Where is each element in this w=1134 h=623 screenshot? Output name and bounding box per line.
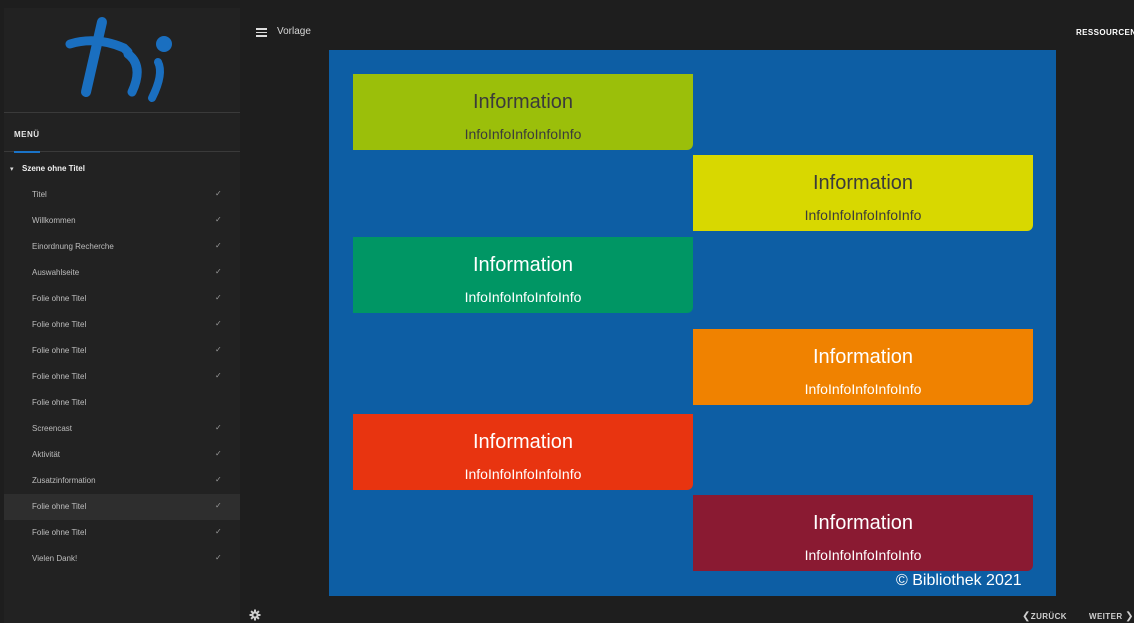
sidebar-item[interactable]: Auswahlseite ✓	[4, 260, 240, 286]
checkmark-icon: ✓	[215, 189, 222, 198]
checkmark-icon: ✓	[215, 423, 222, 432]
checkmark-icon: ✓	[215, 527, 222, 536]
card-text: InfoInfoInfoInfoInfo	[804, 381, 922, 397]
caret-down-icon: ▾	[10, 166, 14, 173]
scene-label: Szene ohne Titel	[22, 164, 85, 173]
sidebar-item-label: Folie ohne Titel	[32, 346, 87, 355]
sidebar-item-label: Folie ohne Titel	[32, 502, 87, 511]
sidebar-item[interactable]: Einordnung Recherche ✓	[4, 234, 240, 260]
slide-list: Titel ✓ Willkommen ✓ Einordnung Recherche ✓ Au…	[4, 182, 240, 572]
info-card[interactable]: Information InfoInfoInfoInfoInfo	[693, 495, 1033, 571]
checkmark-icon: ✓	[215, 241, 222, 250]
sidebar-item-label: Titel	[32, 190, 47, 199]
previous-button[interactable]: ❮ZURÜCK	[1022, 611, 1067, 622]
gear-icon[interactable]	[249, 608, 261, 621]
checkmark-icon: ✓	[215, 449, 222, 458]
sidebar-item[interactable]: Zusatzinformation ✓	[4, 468, 240, 494]
checkmark-icon: ✓	[215, 215, 222, 224]
sidebar-item[interactable]: Willkommen ✓	[4, 208, 240, 234]
scene-group-toggle[interactable]: ▾ Szene ohne Titel	[4, 160, 240, 180]
card-title: Information	[472, 91, 574, 113]
hamburger-menu-icon[interactable]	[256, 28, 267, 37]
sidebar-item[interactable]: Folie ohne Titel ✓	[4, 494, 240, 520]
sidebar-item-label: Auswahlseite	[32, 268, 80, 277]
sidebar-item[interactable]: Titel ✓	[4, 182, 240, 208]
card-text: InfoInfoInfoInfoInfo	[804, 207, 922, 223]
sidebar-item-label: Vielen Dank!	[32, 554, 78, 563]
next-button[interactable]: WEITER ❯	[1089, 611, 1134, 622]
sidebar-item-label: Folie ohne Titel	[32, 320, 87, 329]
sidebar-item[interactable]: Folie ohne Titel ✓	[4, 338, 240, 364]
logo	[4, 8, 240, 112]
sidebar-item[interactable]: Folie ohne Titel	[4, 390, 240, 416]
checkmark-icon: ✓	[215, 475, 222, 484]
sidebar-item[interactable]: Folie ohne Titel ✓	[4, 286, 240, 312]
sidebar-item[interactable]: Folie ohne Titel ✓	[4, 520, 240, 546]
info-card[interactable]: Information InfoInfoInfoInfoInfo	[693, 155, 1033, 231]
previous-label: ZURÜCK	[1030, 612, 1067, 621]
chevron-right-icon: ❯	[1125, 611, 1134, 622]
sidebar-item-label: Aktivität	[32, 450, 61, 459]
sidebar: MENÜ ▾ Szene ohne Titel Titel ✓ Willkommen…	[4, 8, 240, 623]
app-window: MENÜ ▾ Szene ohne Titel Titel ✓ Willkommen…	[0, 0, 1134, 623]
card-title: Information	[812, 512, 914, 534]
info-card[interactable]: Information InfoInfoInfoInfoInfo	[353, 74, 693, 150]
info-card[interactable]: Information InfoInfoInfoInfoInfo	[353, 414, 693, 490]
resources-button[interactable]: RESSOURCEN	[1076, 28, 1134, 37]
card-text: InfoInfoInfoInfoInfo	[804, 547, 922, 563]
checkmark-icon: ✓	[215, 267, 222, 276]
next-label: WEITER	[1089, 612, 1123, 621]
info-card[interactable]: Information InfoInfoInfoInfoInfo	[693, 329, 1033, 405]
sidebar-item-label: Screencast	[32, 424, 73, 433]
sidebar-item-label: Willkommen	[32, 216, 76, 225]
card-title: Information	[812, 172, 914, 194]
slide-canvas: Information InfoInfoInfoInfoInfo Informa…	[329, 50, 1056, 596]
card-text: InfoInfoInfoInfoInfo	[464, 126, 582, 142]
checkmark-icon: ✓	[215, 371, 222, 380]
sidebar-item-label: Zusatzinformation	[32, 476, 96, 485]
card-text: InfoInfoInfoInfoInfo	[464, 289, 582, 305]
menu-title-underline	[14, 151, 40, 153]
card-title: Information	[472, 431, 574, 453]
course-title: Vorlage	[277, 26, 311, 37]
menu-title: MENÜ	[14, 130, 40, 139]
sidebar-item-label: Folie ohne Titel	[32, 372, 87, 381]
sidebar-item-label: Folie ohne Titel	[32, 294, 87, 303]
checkmark-icon: ✓	[215, 319, 222, 328]
sidebar-item[interactable]: Screencast ✓	[4, 416, 240, 442]
sidebar-item[interactable]: Folie ohne Titel ✓	[4, 312, 240, 338]
menu-header: MENÜ	[4, 112, 240, 153]
checkmark-icon: ✓	[215, 293, 222, 302]
sidebar-item[interactable]: Aktivität ✓	[4, 442, 240, 468]
sidebar-item-label: Folie ohne Titel	[32, 528, 87, 537]
info-card[interactable]: Information InfoInfoInfoInfoInfo	[353, 237, 693, 313]
card-text: InfoInfoInfoInfoInfo	[464, 466, 582, 482]
checkmark-icon: ✓	[215, 501, 222, 510]
card-title: Information	[812, 346, 914, 368]
checkmark-icon: ✓	[215, 345, 222, 354]
card-title: Information	[472, 254, 574, 276]
sidebar-item[interactable]: Folie ohne Titel ✓	[4, 364, 240, 390]
chevron-left-icon: ❮	[1022, 611, 1031, 622]
sidebar-item-label: Folie ohne Titel	[32, 398, 87, 407]
sidebar-item-label: Einordnung Recherche	[32, 242, 114, 251]
copyright-text: © Bibliothek 2021	[896, 572, 1022, 589]
sidebar-item[interactable]: Vielen Dank! ✓	[4, 546, 240, 572]
checkmark-icon: ✓	[215, 553, 222, 562]
